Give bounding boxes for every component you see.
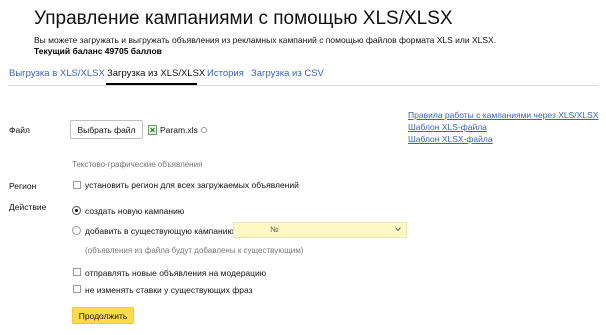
- tab-active-indicator: [106, 83, 197, 85]
- moderation-label[interactable]: отправлять новые объявления на модерацию: [85, 268, 266, 278]
- tab-import-xls[interactable]: Загрузка из XLS/XLSX: [107, 68, 205, 79]
- file-label: Файл: [9, 125, 30, 135]
- tab-import-csv[interactable]: Загрузка из CSV: [251, 68, 324, 79]
- action-add-label[interactable]: добавить в существующую кампанию: [85, 226, 234, 236]
- region-checkbox-label[interactable]: установить регион для всех загружаемых о…: [85, 180, 299, 190]
- campaign-select[interactable]: №: [233, 222, 407, 238]
- tab-history[interactable]: История: [207, 68, 244, 79]
- keep-bids-checkbox[interactable]: [73, 285, 81, 293]
- action-add-hint: (объявления из файла будут добавлены к с…: [85, 246, 304, 255]
- chevron-down-icon: [395, 227, 401, 232]
- continue-button[interactable]: Продолжить: [72, 307, 134, 324]
- file-type-hint: Текстово-графические объявления: [72, 160, 203, 169]
- keep-bids-label[interactable]: не изменять ставки у существующих фраз: [85, 285, 253, 295]
- xlsx-template-link[interactable]: Шаблон XLSX-файла: [408, 134, 493, 144]
- action-create-radio[interactable]: [72, 206, 81, 215]
- rules-link[interactable]: Правила работы с кампаниями через XLS/XL…: [408, 110, 598, 120]
- action-label: Действие: [9, 202, 47, 212]
- moderation-checkbox[interactable]: [73, 268, 81, 276]
- tab-export-xls[interactable]: Выгрузка в XLS/XLSX: [9, 68, 105, 79]
- file-name: Param.xls: [160, 125, 198, 135]
- clear-file-icon[interactable]: [201, 127, 207, 133]
- region-label: Регион: [9, 181, 37, 191]
- region-checkbox[interactable]: [73, 181, 81, 189]
- excel-file-icon: [148, 125, 157, 135]
- balance-text: Текущий баланс 49705 баллов: [34, 46, 162, 56]
- tabs-divider: [8, 85, 598, 86]
- xls-template-link[interactable]: Шаблон XLS-файла: [408, 122, 487, 132]
- campaign-select-value: №: [270, 225, 279, 234]
- action-add-radio[interactable]: [72, 226, 81, 235]
- action-create-label[interactable]: создать новую кампанию: [85, 206, 184, 216]
- page-description: Вы можете загружать и выгружать объявлен…: [34, 35, 497, 45]
- choose-file-button[interactable]: Выбрать файл: [70, 120, 143, 139]
- page-title: Управление кампаниями с помощью XLS/XLSX: [34, 8, 453, 29]
